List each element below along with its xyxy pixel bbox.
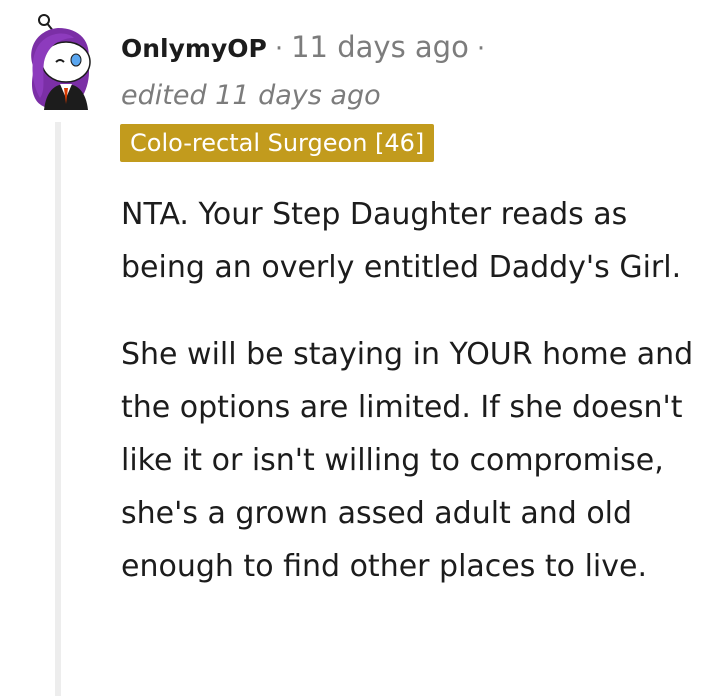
comment-body: NTA. Your Step Daughter reads as being a… xyxy=(121,188,711,593)
comment-meta: OnlymyOP · 11 days ago · xyxy=(121,30,493,76)
user-flair: Colo-rectal Surgeon [46] xyxy=(120,124,435,162)
timestamp-link[interactable]: 11 days ago xyxy=(291,30,469,64)
separator-dot: · xyxy=(476,34,486,64)
avatar-icon xyxy=(31,14,91,110)
comment-paragraph: She will be staying in YOUR home and the… xyxy=(121,337,694,584)
username-link[interactable]: OnlymyOP xyxy=(121,34,267,63)
thread-line[interactable] xyxy=(55,122,61,696)
separator-dot: · xyxy=(274,34,284,64)
comment-paragraph: NTA. Your Step Daughter reads as being a… xyxy=(121,197,682,285)
avatar[interactable] xyxy=(22,10,100,112)
edited-label: edited 11 days ago xyxy=(121,80,381,111)
